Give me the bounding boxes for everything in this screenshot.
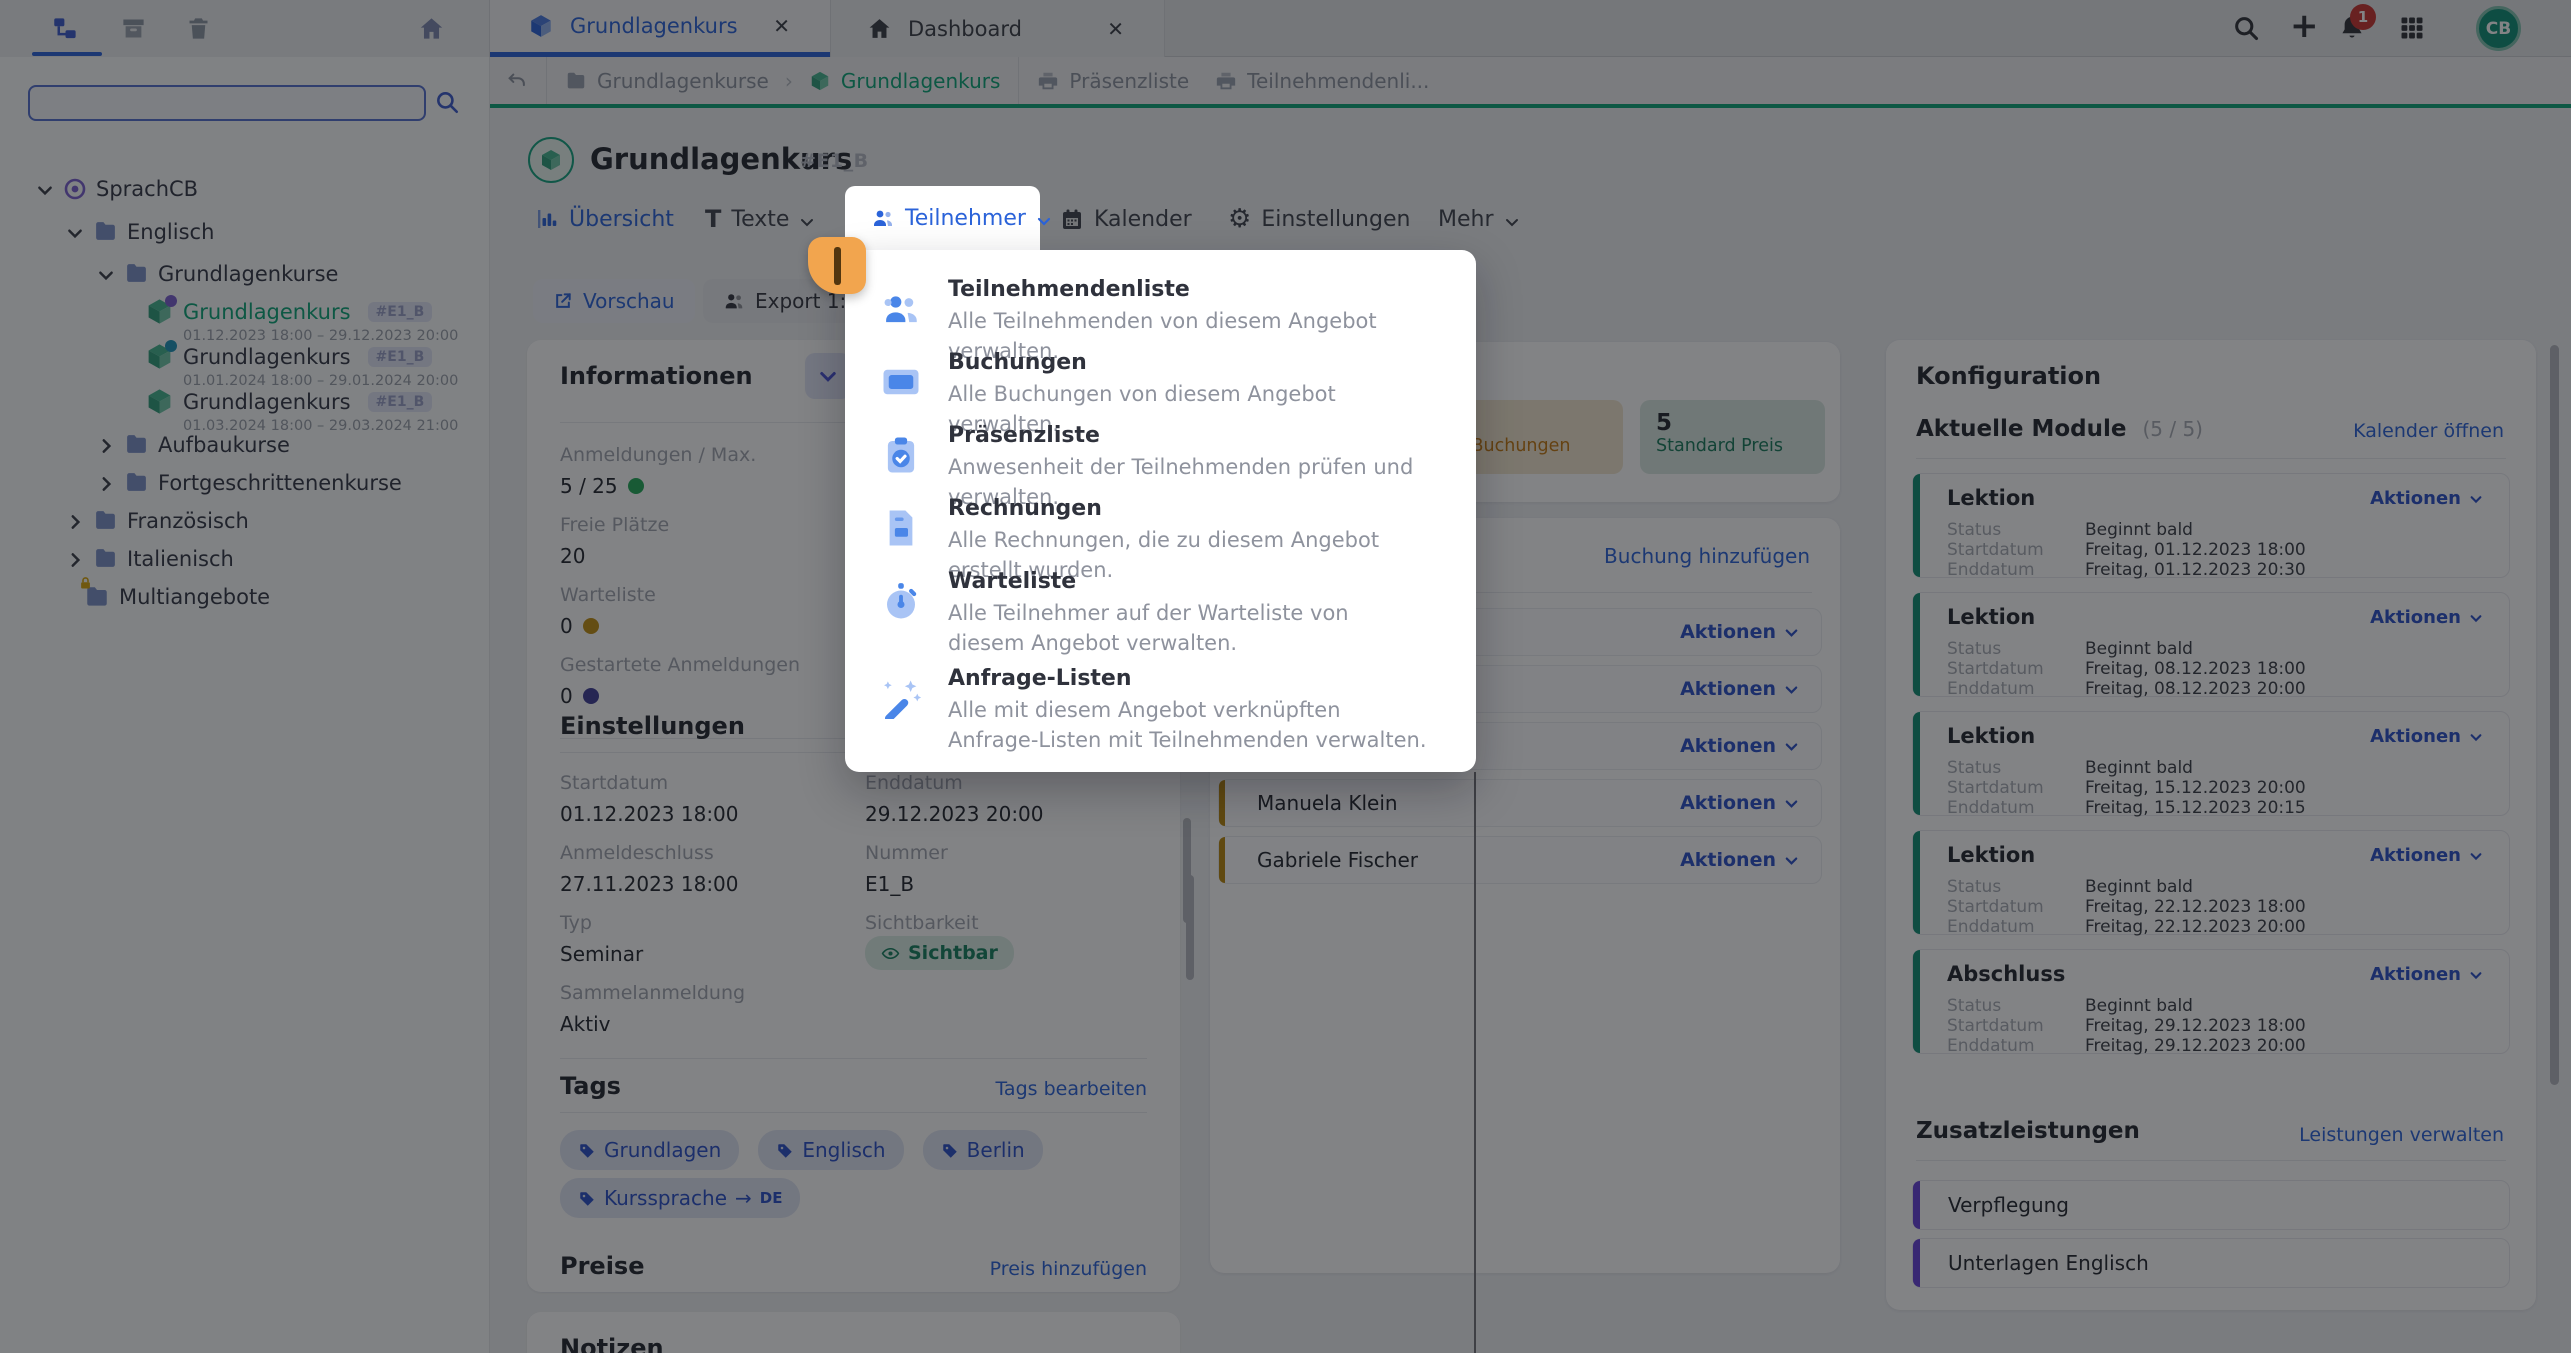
chevron-down-icon [1036,210,1052,226]
menu-item-description: Alle Teilnehmer auf der Warteliste von d… [948,598,1428,658]
tab-teilnehmer[interactable]: Teilnehmer [845,186,1040,250]
menu-item-title: Rechnungen [948,493,1428,525]
menu-item-description: Alle mit diesem Angebot verknüpften Anfr… [948,695,1428,755]
text-cursor-icon [834,247,841,285]
menu-item-title: Warteliste [948,566,1428,598]
people-icon [880,288,922,330]
teilnehmer-dropdown: Teilnehmendenliste Alle Teilnehmenden vo… [845,250,1476,772]
menu-item-title: Buchungen [948,347,1428,379]
booking-card-icon [880,361,922,403]
menu-item-title: Anfrage-Listen [948,663,1428,695]
menu-item-title: Präsenzliste [948,420,1428,452]
people-icon [871,206,895,230]
invoice-icon [880,507,922,549]
menu-item-warteliste[interactable]: Warteliste Alle Teilnehmer auf der Warte… [880,566,1440,658]
annotation-vertical-line [1474,772,1476,1353]
clipboard-check-icon [880,434,922,476]
magic-wand-icon [880,677,922,719]
menu-item-title: Teilnehmendenliste [948,274,1428,306]
tab-label: Teilnehmer [905,206,1026,231]
stopwatch-icon [880,580,922,622]
menu-item-anfrage-listen[interactable]: Anfrage-Listen Alle mit diesem Angebot v… [880,663,1440,755]
